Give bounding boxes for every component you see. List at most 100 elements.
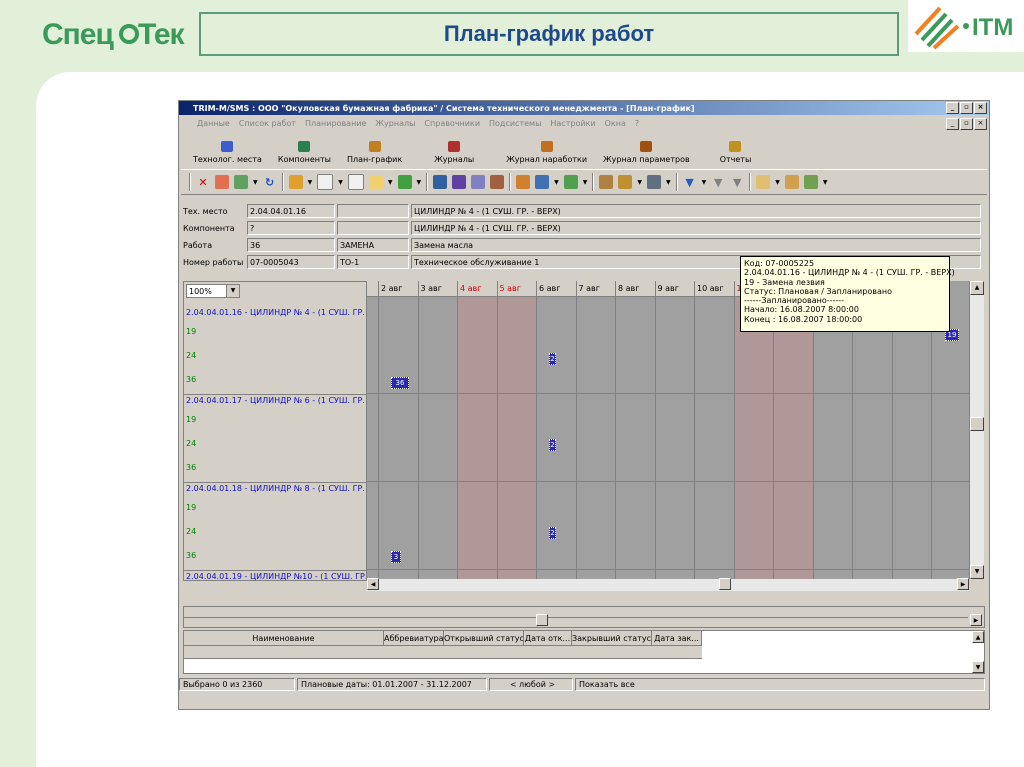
add-icon[interactable] bbox=[234, 175, 248, 189]
day-column[interactable] bbox=[695, 297, 735, 579]
tree-row[interactable]: 36 bbox=[184, 368, 366, 392]
tree-group-header[interactable]: 2.04.04.01.18 - ЦИЛИНДР № 8 - (1 СУШ. ГР… bbox=[184, 482, 366, 496]
hscroll-thumb[interactable] bbox=[719, 578, 731, 590]
group-icon[interactable] bbox=[535, 175, 550, 189]
tree-group-header[interactable]: 2.04.04.01.17 - ЦИЛИНДР № 6 - (1 СУШ. ГР… bbox=[184, 394, 366, 408]
column-header-close-date[interactable]: Дата зак... bbox=[652, 631, 702, 646]
edit-icon[interactable] bbox=[215, 175, 229, 189]
work-code-field[interactable]: 36 bbox=[247, 238, 335, 252]
work-mark[interactable]: 3 bbox=[391, 551, 401, 563]
day-column[interactable] bbox=[774, 297, 814, 579]
folder-icon[interactable] bbox=[288, 175, 303, 189]
day-column[interactable] bbox=[458, 297, 498, 579]
journals-button[interactable]: Журналы bbox=[412, 132, 496, 164]
work-kind-field[interactable]: ТО-1 bbox=[337, 255, 409, 269]
menu-item-subsystems[interactable]: Подсистемы bbox=[489, 119, 541, 128]
menu-item-journals[interactable]: Журналы bbox=[375, 119, 415, 128]
tools-icon[interactable] bbox=[452, 175, 467, 189]
menu-item-worklist[interactable]: Список работ bbox=[239, 119, 296, 128]
components-button[interactable]: Компоненты bbox=[272, 132, 337, 164]
day-column[interactable] bbox=[893, 297, 932, 579]
reports-button[interactable]: Отчеты bbox=[700, 132, 772, 164]
group-dropdown-icon[interactable]: ▼ bbox=[554, 179, 559, 186]
day-column[interactable] bbox=[616, 297, 656, 579]
runtime-journal-button[interactable]: Журнал наработки bbox=[500, 132, 593, 164]
doc-minimize-icon[interactable]: _ bbox=[946, 118, 959, 130]
tree-row[interactable]: 24 bbox=[184, 432, 366, 456]
user-dropdown-icon[interactable]: ▼ bbox=[666, 179, 671, 186]
menu-item-planning[interactable]: Планирование bbox=[305, 119, 366, 128]
work-mark[interactable]: 2 bbox=[549, 527, 556, 539]
params-journal-button[interactable]: Журнал параметров bbox=[597, 132, 696, 164]
component-name-field[interactable]: ЦИЛИНДР № 4 - (1 СУШ. ГР. - ВЕРХ) bbox=[411, 221, 981, 235]
details-hscroll-thumb[interactable] bbox=[536, 614, 548, 626]
tree-row[interactable]: 24 bbox=[184, 344, 366, 368]
work-mark[interactable]: 2 bbox=[549, 439, 556, 451]
user-icon[interactable] bbox=[647, 175, 661, 189]
table-scroll-down-icon[interactable]: ▼ bbox=[972, 661, 984, 673]
window-titlebar[interactable]: TRIM-M/SMS : ООО "Окуловская бумажная фа… bbox=[179, 101, 989, 115]
day-column[interactable] bbox=[853, 297, 893, 579]
menu-item-data[interactable]: Данные bbox=[197, 119, 230, 128]
close-icon[interactable]: × bbox=[974, 102, 987, 114]
tree-row[interactable]: 36 bbox=[184, 544, 366, 568]
day-column[interactable] bbox=[734, 297, 774, 579]
component-code-field[interactable]: ? bbox=[247, 221, 335, 235]
restore-icon[interactable]: ▫ bbox=[960, 102, 973, 114]
search-icon[interactable] bbox=[516, 175, 531, 189]
notes-dropdown-icon[interactable]: ▼ bbox=[388, 179, 393, 186]
refresh-icon[interactable]: ↻ bbox=[263, 175, 277, 189]
gantt-vertical-scrollbar[interactable]: ▲ ▼ bbox=[969, 281, 984, 579]
place-code-field[interactable]: 2.04.04.01.16 bbox=[247, 204, 335, 218]
place-name-field[interactable]: ЦИЛИНДР № 4 - (1 СУШ. ГР. - ВЕРХ) bbox=[411, 204, 981, 218]
print-icon[interactable] bbox=[599, 175, 614, 189]
column-header-name[interactable]: Наименование bbox=[184, 631, 384, 646]
chart-dropdown-icon[interactable]: ▼ bbox=[583, 179, 588, 186]
settings-icon[interactable] bbox=[433, 175, 448, 189]
doc-restore-icon[interactable]: ▫ bbox=[960, 118, 973, 130]
day-header[interactable]: 4 авг bbox=[458, 281, 498, 297]
document-icon[interactable] bbox=[347, 174, 364, 190]
tech-places-button[interactable]: Технолог. места bbox=[187, 132, 268, 164]
day-column[interactable] bbox=[577, 297, 616, 579]
day-column[interactable] bbox=[367, 297, 379, 579]
gantt-horizontal-scrollbar[interactable]: ◀ ▶ bbox=[367, 578, 969, 591]
export-icon[interactable] bbox=[397, 175, 412, 189]
filter-gray-icon[interactable]: ▼ bbox=[711, 175, 725, 189]
scroll-up-icon[interactable]: ▲ bbox=[970, 281, 984, 295]
table-row[interactable] bbox=[184, 646, 702, 659]
tree-row[interactable]: 19 bbox=[184, 408, 366, 432]
work-name-field[interactable]: Замена масла bbox=[411, 238, 981, 252]
tree-row[interactable]: 36 bbox=[184, 456, 366, 480]
work-type-field[interactable]: ЗАМЕНА bbox=[337, 238, 409, 252]
folder-dropdown-icon[interactable]: ▼ bbox=[308, 179, 313, 186]
details-scroll-right-icon[interactable]: ▶ bbox=[970, 614, 982, 626]
day-header[interactable]: 3 авг bbox=[418, 281, 458, 297]
day-header[interactable] bbox=[367, 281, 379, 297]
table-icon[interactable] bbox=[618, 175, 633, 189]
wrench-icon[interactable] bbox=[471, 175, 486, 189]
chevron-down-icon[interactable]: ▼ bbox=[226, 285, 239, 297]
scroll-thumb[interactable] bbox=[970, 417, 984, 431]
place-extra-field[interactable] bbox=[337, 204, 409, 218]
day-column[interactable] bbox=[814, 297, 853, 579]
zoom-select[interactable]: 100% ▼ bbox=[186, 284, 240, 298]
day-column[interactable] bbox=[656, 297, 695, 579]
zoom-icon[interactable] bbox=[784, 175, 799, 189]
tree-row[interactable]: 19 bbox=[184, 496, 366, 520]
day-header[interactable]: 2 авг bbox=[379, 281, 419, 297]
filter-clear-icon[interactable]: ▼ bbox=[730, 175, 744, 189]
day-header[interactable]: 10 авг bbox=[695, 281, 735, 297]
check-dropdown-icon[interactable]: ▼ bbox=[823, 179, 828, 186]
paint-icon[interactable] bbox=[490, 175, 505, 189]
column-header-open-date[interactable]: Дата отк... bbox=[524, 631, 572, 646]
doc-close-icon[interactable]: × bbox=[974, 118, 987, 130]
column-header-abbr[interactable]: Аббревиатура bbox=[384, 631, 444, 646]
check-icon[interactable] bbox=[803, 175, 818, 189]
day-column[interactable] bbox=[537, 297, 577, 579]
tree-group-header[interactable]: 2.04.04.01.19 - ЦИЛИНДР №10 - (1 СУШ. ГР… bbox=[184, 570, 366, 580]
day-column[interactable] bbox=[497, 297, 537, 579]
menu-item-settings[interactable]: Настройки bbox=[550, 119, 595, 128]
day-header[interactable]: 7 авг bbox=[576, 281, 616, 297]
tree-row[interactable]: 24 bbox=[184, 520, 366, 544]
